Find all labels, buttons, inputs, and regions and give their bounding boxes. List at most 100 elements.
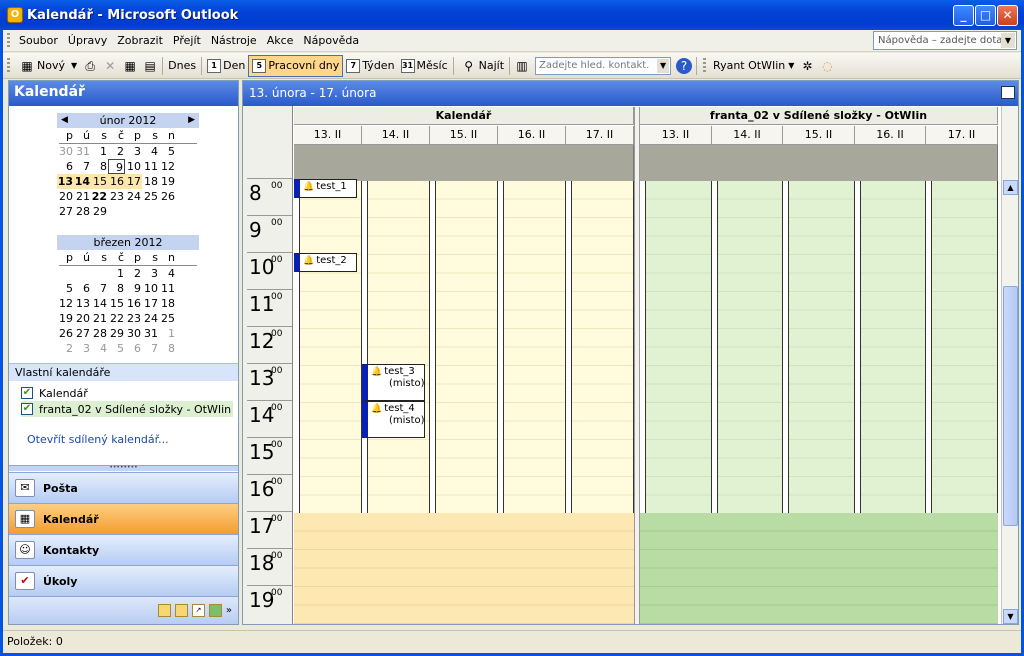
- day-cell[interactable]: 22: [108, 311, 125, 326]
- day-cell[interactable]: 25: [142, 189, 159, 204]
- day-cell[interactable]: 25: [159, 311, 176, 326]
- day-header[interactable]: 17. II: [926, 126, 998, 145]
- day-cell[interactable]: 5: [159, 144, 176, 159]
- day-cell[interactable]: 12: [159, 159, 176, 174]
- day-cell[interactable]: 3: [125, 144, 142, 159]
- checkbox-checked-icon[interactable]: ✔: [21, 403, 33, 415]
- day-cell[interactable]: 4: [91, 341, 108, 356]
- month-view-button[interactable]: 31 Měsíc: [398, 55, 451, 77]
- pane-splitter[interactable]: ••••••••: [9, 465, 238, 471]
- maximize-button[interactable]: □: [975, 5, 996, 26]
- nav-button-calendar[interactable]: ▦ Kalendář: [9, 503, 238, 534]
- day-cell[interactable]: 2: [108, 144, 125, 159]
- calendar-checkbox-row[interactable]: ✔ franta_02 v Sdílené složky - OtWIin: [21, 401, 233, 417]
- day-cell[interactable]: 27: [74, 326, 91, 341]
- day-cell[interactable]: 16: [125, 296, 142, 311]
- day-cell[interactable]: 19: [57, 311, 74, 326]
- day-header[interactable]: 16. II: [855, 126, 926, 145]
- appointment[interactable]: 🔔 test_2: [294, 253, 357, 272]
- day-cell[interactable]: 11: [142, 159, 159, 174]
- menu-soubor[interactable]: Soubor: [14, 31, 63, 51]
- day-cell[interactable]: 8: [159, 341, 176, 356]
- day-cell[interactable]: 18: [159, 296, 176, 311]
- find-button[interactable]: ⚲ Najít: [456, 55, 507, 77]
- all-day-area[interactable]: [294, 145, 634, 181]
- day-cell[interactable]: 4: [159, 266, 176, 281]
- calendar-group-header[interactable]: franta_02 v Sdílené složky - OtWIin: [640, 107, 998, 125]
- chevron-down-icon[interactable]: ▼: [71, 61, 77, 70]
- day-cell[interactable]: 28: [91, 326, 108, 341]
- day-cell[interactable]: 30: [57, 144, 74, 159]
- help-search-input[interactable]: Nápověda – zadejte dotaz ▼: [873, 31, 1017, 50]
- journal-icon[interactable]: [208, 604, 222, 617]
- day-cell[interactable]: 11: [159, 281, 176, 296]
- day-cell[interactable]: 24: [142, 311, 159, 326]
- day-cell[interactable]: 28: [74, 204, 91, 219]
- address-book-icon[interactable]: ▤: [142, 58, 158, 74]
- day-column[interactable]: [932, 181, 998, 513]
- appointment[interactable]: 🔔 test_4 (misto): [362, 401, 425, 438]
- day-column[interactable]: [436, 181, 498, 513]
- print-icon[interactable]: ⎙: [82, 58, 98, 74]
- configure-buttons-icon[interactable]: »: [226, 605, 232, 616]
- day-cell[interactable]: 27: [57, 204, 74, 219]
- day-cell[interactable]: 15: [108, 296, 125, 311]
- day-cell[interactable]: 1: [108, 266, 125, 281]
- folder-icon[interactable]: [174, 604, 188, 617]
- day-header[interactable]: 17. II: [566, 126, 634, 145]
- day-cell-selected[interactable]: 14: [74, 174, 91, 189]
- appointment[interactable]: 🔔 test_1: [294, 179, 357, 198]
- day-cell[interactable]: 26: [159, 189, 176, 204]
- calendar-icon[interactable]: [1001, 86, 1015, 99]
- delete-icon[interactable]: ✕: [102, 58, 118, 74]
- menu-napoveda[interactable]: Nápověda: [298, 31, 364, 51]
- day-header[interactable]: 14. II: [712, 126, 783, 145]
- day-cell-today[interactable]: 9: [108, 159, 125, 174]
- day-cell[interactable]: 6: [57, 159, 74, 174]
- day-cell[interactable]: 4: [142, 144, 159, 159]
- toolbar-grip[interactable]: [7, 57, 10, 74]
- day-cell[interactable]: 13: [74, 296, 91, 311]
- day-cell[interactable]: 5: [108, 341, 125, 356]
- day-cell[interactable]: 12: [57, 296, 74, 311]
- day-cell[interactable]: 3: [74, 341, 91, 356]
- menu-nastroje[interactable]: Nástroje: [206, 31, 262, 51]
- day-cell-selected[interactable]: 13: [57, 174, 74, 189]
- day-cell[interactable]: 31: [74, 144, 91, 159]
- scroll-up-icon[interactable]: ▲: [1003, 180, 1018, 195]
- next-month-icon[interactable]: ▶: [188, 113, 195, 128]
- chevron-down-icon[interactable]: ▼: [1001, 33, 1015, 48]
- day-cell[interactable]: 23: [125, 311, 142, 326]
- day-cell[interactable]: 19: [159, 174, 176, 189]
- calendar-checkbox-row[interactable]: ✔ Kalendář: [21, 385, 233, 401]
- refresh-icon[interactable]: ◌: [819, 58, 835, 74]
- close-button[interactable]: ✕: [997, 5, 1018, 26]
- menu-zobrazit[interactable]: Zobrazit: [112, 31, 168, 51]
- chevron-down-icon[interactable]: ▼: [657, 58, 670, 73]
- day-cell[interactable]: 14: [91, 296, 108, 311]
- nav-button-tasks[interactable]: ✔ Úkoly: [9, 565, 238, 596]
- own-calendars-header[interactable]: Vlastní kalendáře: [9, 363, 238, 381]
- day-cell[interactable]: 18: [142, 174, 159, 189]
- day-cell[interactable]: 6: [125, 341, 142, 356]
- appointment[interactable]: 🔔 test_3 (misto): [362, 364, 425, 401]
- day-column[interactable]: [504, 181, 566, 513]
- minimize-button[interactable]: _: [953, 5, 974, 26]
- toolbar-grip[interactable]: [703, 57, 707, 74]
- day-header[interactable]: 13. II: [640, 126, 712, 145]
- day-cell[interactable]: 23: [108, 189, 125, 204]
- day-cell[interactable]: 2: [57, 341, 74, 356]
- day-cell[interactable]: 21: [91, 311, 108, 326]
- prev-month-icon[interactable]: ◀: [61, 113, 68, 128]
- day-cell[interactable]: 22: [91, 189, 108, 204]
- day-column[interactable]: [572, 181, 634, 513]
- calendar-group-header[interactable]: Kalendář: [294, 107, 634, 125]
- day-cell[interactable]: 20: [74, 311, 91, 326]
- menu-prejit[interactable]: Přejít: [168, 31, 206, 51]
- address-book-icon[interactable]: ▥: [514, 58, 530, 74]
- day-cell[interactable]: 31: [142, 326, 159, 341]
- shortcut-icon[interactable]: ↗: [191, 604, 205, 617]
- day-cell[interactable]: 26: [57, 326, 74, 341]
- day-cell[interactable]: 29: [108, 326, 125, 341]
- notes-icon[interactable]: [157, 604, 171, 617]
